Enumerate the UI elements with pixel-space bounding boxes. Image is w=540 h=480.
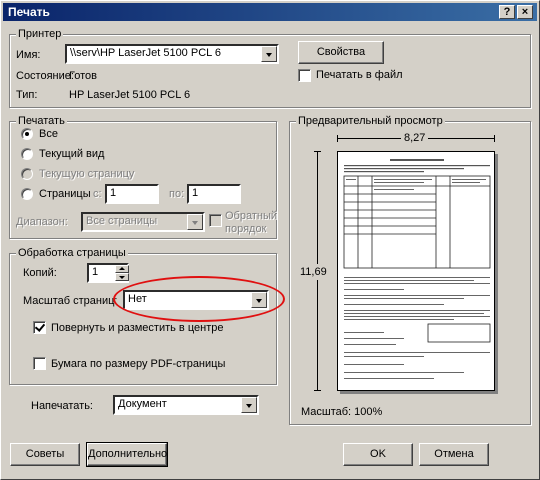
preview-scale: Масштаб: 100% (301, 406, 383, 418)
print-what-label: Напечатать: (31, 400, 93, 412)
preview-page (337, 151, 495, 391)
print-what-select[interactable]: Документ (113, 395, 259, 415)
printer-type-value: HP LaserJet 5100 PCL 6 (69, 89, 191, 101)
printer-name-label-text: Имя: (16, 49, 41, 61)
radio-pages-label[interactable]: Страницы (39, 187, 91, 201)
pdf-paper-label[interactable]: Бумага по размеру PDF-страницы (51, 357, 225, 371)
height-tick-top (314, 151, 321, 152)
pages-to-label: по: (169, 188, 185, 200)
reverse-order-label-line1[interactable]: Обратный (225, 209, 277, 223)
pages-from-label: с: (93, 188, 102, 200)
properties-button[interactable]: Свойства (298, 41, 384, 64)
radio-current-page-label[interactable]: Текущую страницу (39, 167, 134, 181)
reverse-order-label-line2[interactable]: порядок (225, 222, 266, 236)
printer-name-value: \\serv\HP LaserJet 5100 PCL 6 (70, 47, 222, 59)
reverse-order-checkbox[interactable] (209, 214, 222, 227)
autorotate-label[interactable]: Повернуть и разместить в центре (51, 321, 223, 335)
close-button[interactable]: × (517, 5, 533, 19)
width-tick-left (337, 135, 338, 142)
width-tick-right (494, 135, 495, 142)
cancel-button[interactable]: Отмена (419, 443, 489, 466)
copies-spinner[interactable] (115, 265, 129, 281)
help-button[interactable]: ? (499, 5, 515, 19)
preview-group-title: Предварительный просмотр (296, 115, 445, 128)
chevron-down-icon[interactable] (241, 397, 257, 413)
radio-all-label[interactable]: Все (39, 127, 58, 141)
window-title: Печать (8, 5, 50, 19)
printer-status-label: Состояние: (16, 70, 74, 82)
pdf-paper-checkbox[interactable] (33, 357, 46, 370)
printer-type-label: Тип: (16, 89, 38, 101)
copies-label: Копий: (23, 267, 57, 279)
height-tick-bottom (314, 390, 321, 391)
annotation-ellipse (113, 276, 285, 322)
pages-to-input[interactable]: 1 (187, 184, 241, 204)
chevron-down-icon[interactable] (187, 214, 203, 230)
ok-button[interactable]: OK (343, 443, 413, 466)
print-to-file-label[interactable]: Печатать в файл (316, 68, 403, 82)
spin-up-icon[interactable] (115, 265, 129, 273)
pages-from-input[interactable]: 1 (105, 184, 159, 204)
print-what-value: Документ (118, 398, 167, 410)
printer-status-value: Готов (69, 70, 97, 82)
advanced-button[interactable]: Дополнительно (86, 442, 168, 467)
scale-label: Масштаб страниц: (23, 295, 118, 307)
print-to-file-checkbox[interactable] (298, 69, 311, 82)
autorotate-checkbox[interactable] (33, 321, 46, 334)
tips-button[interactable]: Советы (10, 443, 80, 466)
preview-page-content (343, 159, 491, 379)
spin-down-icon[interactable] (115, 273, 129, 281)
radio-pages[interactable] (21, 188, 33, 200)
range-label: Диапазон: (16, 216, 68, 228)
radio-current-page[interactable] (21, 168, 33, 180)
range-select[interactable]: Все страницы (81, 212, 205, 232)
printer-name-label: Имя: (16, 48, 40, 62)
radio-all[interactable] (21, 128, 33, 140)
print-dialog: Печать ? × Принтер Имя: \\serv\HP LaserJ… (0, 0, 540, 480)
page-handling-group-title: Обработка страницы (16, 247, 128, 260)
radio-current-view[interactable] (21, 148, 33, 160)
radio-current-view-label[interactable]: Текущий вид (39, 147, 104, 161)
title-bar[interactable]: Печать ? × (3, 3, 537, 21)
preview-height-value: 11,69 (300, 264, 327, 280)
printer-name-select[interactable]: \\serv\HP LaserJet 5100 PCL 6 (65, 44, 279, 64)
printer-group-title: Принтер (16, 28, 64, 41)
range-value: Все страницы (86, 215, 158, 227)
chevron-down-icon[interactable] (261, 46, 277, 62)
preview-width-value: 8,27 (401, 131, 429, 145)
